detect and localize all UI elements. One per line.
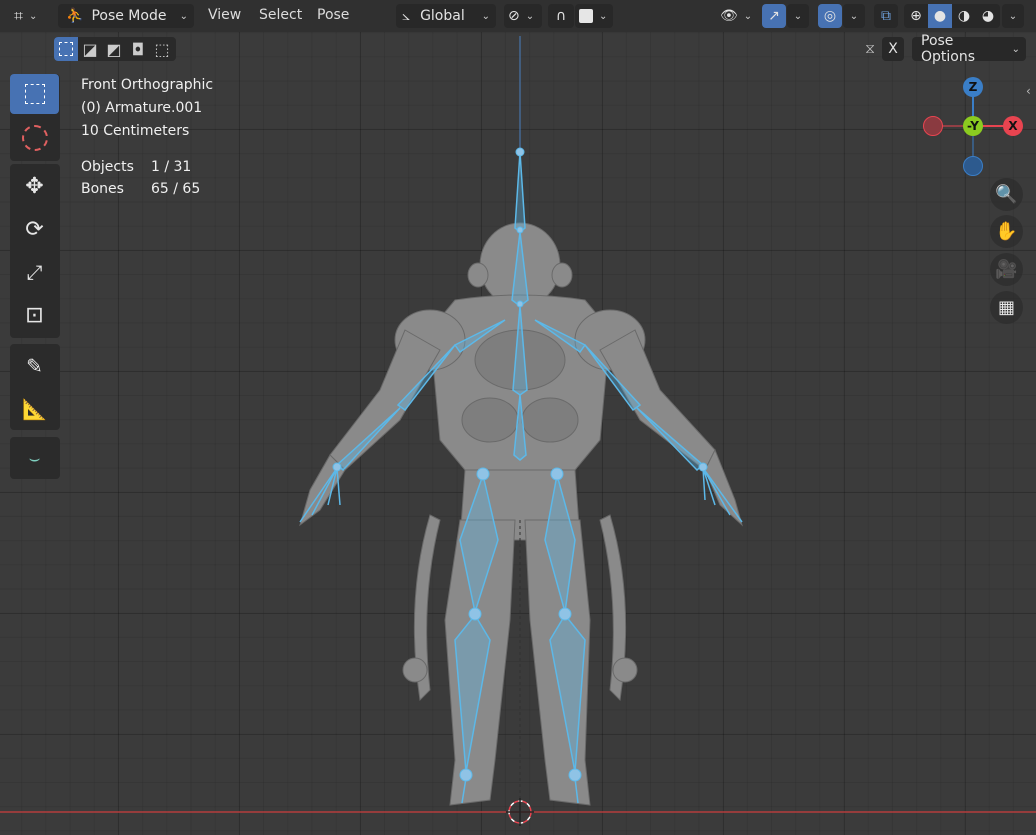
zoom-button[interactable]: 🔍 [990, 178, 1023, 211]
cursor-tool[interactable] [10, 118, 59, 158]
viewport-header: ⌗ ⌄ ⛹ Pose Mode ⌄ View Select Pose ⦣ Glob… [0, 0, 1036, 32]
bones-stat-label: Bones [81, 181, 124, 197]
magnet-icon: ∩ [555, 8, 567, 24]
menu-pose[interactable]: Pose [317, 7, 349, 23]
gizmo-dropdown[interactable]: ⌄ [787, 4, 809, 28]
mirror-icon: ⧖ [865, 41, 875, 57]
pivot-point-dropdown[interactable]: ⊘ ⌄ [504, 4, 542, 28]
orientation-label: Global [420, 8, 465, 24]
ortho-toggle-button[interactable]: ▦ [990, 291, 1023, 324]
menu-select[interactable]: Select [259, 7, 302, 23]
material-icon[interactable]: ◑ [952, 8, 976, 24]
camera-icon: 🎥 [995, 259, 1018, 280]
relax-icon: ⌣ [28, 447, 41, 469]
move-tool[interactable]: ✥ [10, 166, 59, 206]
mode-dropdown[interactable]: ⛹ Pose Mode ⌄ [58, 4, 194, 28]
chevron-down-icon: ⌄ [525, 10, 535, 22]
gizmo-x-axis[interactable]: X [1003, 116, 1023, 136]
grid-scale: 10 Centimeters [81, 123, 190, 139]
chevron-down-icon: ⌄ [1011, 43, 1020, 55]
pose-options-label: Pose Options [921, 33, 976, 65]
overlay-icon: ◎ [823, 8, 837, 24]
gizmo-y-label: -Y [967, 119, 979, 133]
transform-orientation-icon: ⦣ [402, 8, 411, 24]
xray-toggle[interactable]: ⧉ [874, 4, 898, 28]
gizmo-neg-x-axis[interactable] [923, 116, 943, 136]
chevron-down-icon: ⌄ [1008, 10, 1018, 22]
chevron-down-icon: ⌄ [481, 10, 490, 22]
cursor-icon [21, 125, 48, 151]
shading-group: ⊕ ● ◑ ◕ [904, 4, 1000, 28]
pivot-icon: ⊘ [508, 8, 520, 24]
shading-dropdown[interactable]: ⌄ [1002, 4, 1024, 28]
transform-tool[interactable]: ⊡ [10, 295, 59, 335]
select-new-icon[interactable] [54, 37, 78, 61]
objects-stat-value: 1 / 31 [151, 159, 192, 175]
sidebar-toggle-icon[interactable]: ‹ [1026, 84, 1031, 98]
scale-tool[interactable]: ⤢ [10, 252, 59, 292]
transform-icon: ⊡ [25, 302, 44, 328]
chevron-down-icon: ⌄ [743, 10, 753, 22]
editor-type-button[interactable]: ⌗ ⌄ [14, 4, 50, 28]
gizmo-y-axis[interactable]: -Y [963, 116, 983, 136]
xray-icon: ⧉ [881, 8, 891, 24]
measure-icon: 📐 [22, 397, 47, 421]
mode-label: Pose Mode [91, 8, 167, 24]
select-subtract-icon[interactable]: ◩ [102, 37, 126, 61]
gizmo-z-label: Z [968, 80, 978, 94]
move-icon: ✥ [25, 173, 44, 199]
chevron-down-icon: ⌄ [29, 10, 38, 22]
editor-type-icon: ⌗ [14, 6, 24, 25]
pose-options-dropdown[interactable]: Pose Options ⌄ [912, 33, 1026, 65]
snap-element-dropdown[interactable]: ⌄ [575, 4, 613, 28]
rotate-icon: ⟳ [25, 216, 44, 242]
selection-mode-group: ◪ ◩ ◘ ⬚ [54, 37, 176, 61]
hand-icon: ✋ [995, 221, 1018, 242]
annotate-tool[interactable]: ✎ [10, 346, 59, 386]
bones-stat-value: 65 / 65 [151, 181, 201, 197]
rendered-icon[interactable]: ◕ [976, 8, 1000, 24]
select-box-icon [24, 84, 45, 104]
gizmo-z-axis[interactable]: Z [963, 77, 983, 97]
rotate-tool[interactable]: ⟳ [10, 209, 59, 249]
chevron-down-icon: ⌄ [179, 10, 188, 22]
select-box-tool[interactable] [10, 74, 59, 114]
pan-button[interactable]: ✋ [990, 215, 1023, 248]
scale-icon: ⤢ [26, 260, 43, 284]
x-mirror-toggle[interactable]: X [882, 37, 904, 61]
solid-icon[interactable]: ● [928, 4, 952, 28]
pose-mode-icon: ⛹ [66, 8, 84, 24]
wireframe-icon[interactable]: ⊕ [904, 8, 928, 24]
snap-toggle[interactable]: ∩ [548, 4, 574, 28]
overlay-toggle[interactable]: ◎ [818, 4, 842, 28]
menu-view[interactable]: View [208, 7, 241, 23]
chevron-down-icon: ⌄ [599, 10, 608, 22]
select-invert-icon[interactable]: ◘ [126, 37, 150, 61]
eye-icon: 👁 [720, 8, 738, 24]
gizmo-x-label: X [1008, 119, 1018, 133]
measure-tool[interactable]: 📐 [10, 389, 59, 429]
grid-icon: ▦ [997, 297, 1015, 318]
overlay-dropdown[interactable]: ⌄ [843, 4, 865, 28]
transform-orientation-dropdown[interactable]: ⦣ Global ⌄ [396, 4, 496, 28]
relax-tool[interactable]: ⌣ [10, 438, 59, 478]
chevron-down-icon: ⌄ [849, 10, 859, 22]
annotate-icon: ✎ [26, 354, 43, 378]
object-name: (0) Armature.001 [81, 100, 203, 116]
chevron-down-icon: ⌄ [793, 10, 803, 22]
x-mirror-label: X [888, 41, 898, 57]
visibility-dropdown[interactable]: 👁 ⌄ [716, 4, 754, 28]
gizmo-toggle[interactable]: ↗ [762, 4, 786, 28]
objects-stat-label: Objects [81, 159, 134, 175]
gizmo-neg-z-axis[interactable] [963, 156, 983, 176]
select-extend-icon[interactable]: ◪ [78, 37, 102, 61]
zoom-icon: 🔍 [995, 184, 1018, 205]
square-icon [579, 9, 593, 23]
camera-view-button[interactable]: 🎥 [990, 253, 1023, 286]
3d-cursor [506, 798, 534, 826]
mirror-icon-button[interactable]: ⧖ [858, 37, 882, 61]
view-name: Front Orthographic [81, 77, 214, 93]
gizmo-icon: ↗ [768, 8, 780, 24]
select-intersect-icon[interactable]: ⬚ [150, 37, 174, 61]
